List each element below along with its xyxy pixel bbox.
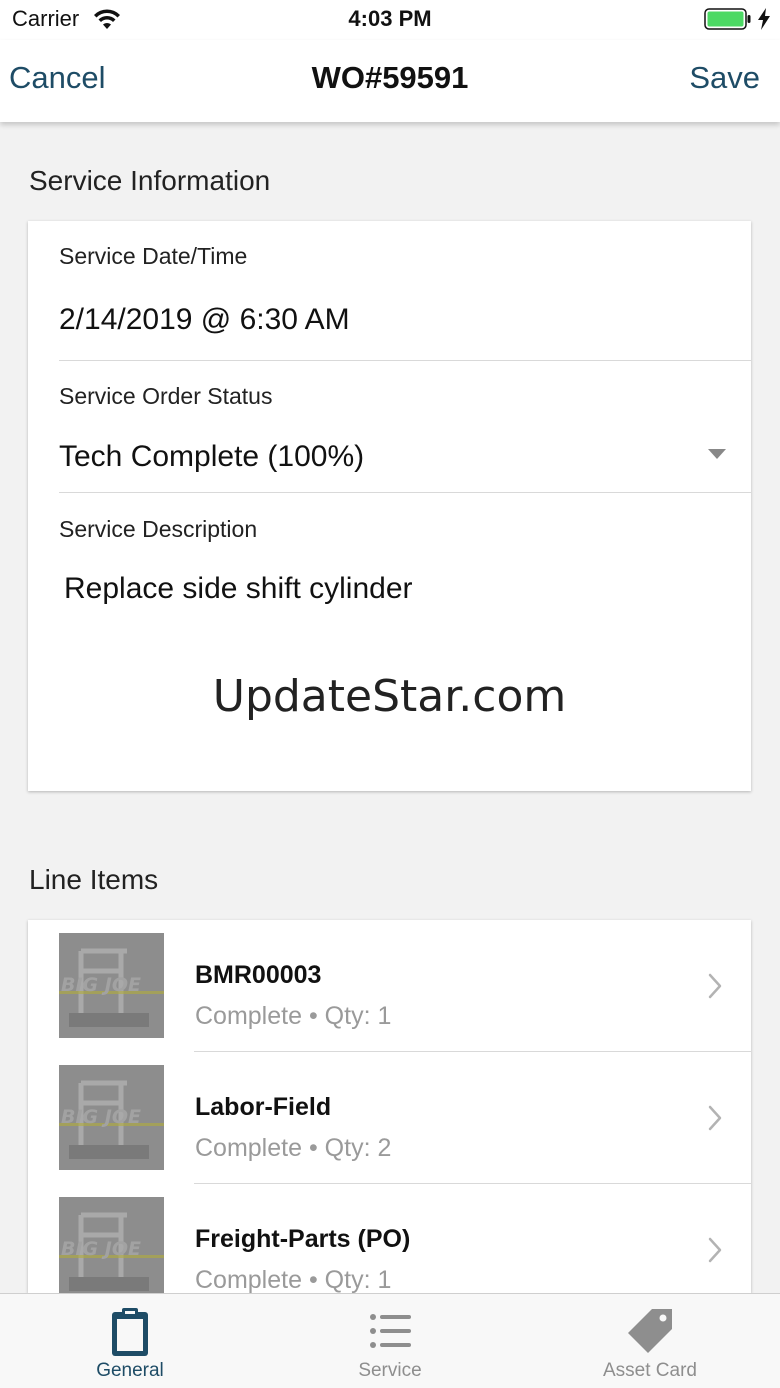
- battery-icon: [704, 8, 751, 30]
- item-thumbnail: BIG JOE: [59, 933, 164, 1038]
- tab-label: Asset Card: [603, 1360, 697, 1381]
- item-thumbnail: BIG JOE: [59, 1197, 164, 1293]
- list-icon: [370, 1314, 411, 1348]
- item-status: Complete: [195, 1266, 302, 1293]
- service-order-status-select[interactable]: Tech Complete (100%): [59, 440, 364, 474]
- service-description-field[interactable]: Replace side shift cylinder: [64, 572, 413, 606]
- tab-label: General: [96, 1360, 164, 1381]
- service-information-card: Service Date/Time 2/14/2019 @ 6:30 AM Se…: [28, 221, 751, 791]
- item-qty: Qty: 1: [324, 1002, 392, 1030]
- item-name: BMR00003: [195, 961, 322, 989]
- line-item[interactable]: BIG JOE BMR00003 Complete • Qty: 1: [28, 920, 751, 1052]
- tab-general[interactable]: General: [0, 1294, 260, 1388]
- charging-bolt-icon: [758, 8, 770, 30]
- item-status-qty: Complete • Qty: 2: [195, 1134, 391, 1163]
- line-item[interactable]: BIG JOE Labor-Field Complete • Qty: 2: [28, 1052, 751, 1184]
- item-separator: •: [308, 1134, 318, 1162]
- item-name: Labor-Field: [195, 1093, 332, 1121]
- chevron-right-icon: [708, 1105, 722, 1131]
- item-status: Complete: [195, 1002, 302, 1030]
- line-item[interactable]: BIG JOE Freight-Parts (PO) Complete • Qt…: [28, 1184, 751, 1293]
- service-information-heading: Service Information: [29, 165, 271, 196]
- dropdown-caret-icon[interactable]: [708, 449, 726, 459]
- item-status: Complete: [195, 1134, 302, 1162]
- tab-service[interactable]: Service: [260, 1294, 520, 1388]
- status-bar: Carrier 4:03 PM: [0, 0, 780, 40]
- item-separator: •: [308, 1266, 318, 1293]
- item-name: Freight-Parts (PO): [195, 1225, 411, 1253]
- item-status-qty: Complete • Qty: 1: [195, 1266, 391, 1293]
- service-date-field[interactable]: 2/14/2019 @ 6:30 AM: [59, 303, 350, 337]
- tab-label: Service: [358, 1360, 422, 1381]
- item-status-qty: Complete • Qty: 1: [195, 1002, 391, 1031]
- item-thumbnail: BIG JOE: [59, 1065, 164, 1170]
- chevron-right-icon: [708, 1237, 722, 1263]
- line-items-list: BIG JOE BMR00003 Complete • Qty: 1 BIG J…: [28, 920, 751, 1293]
- tag-icon: [628, 1309, 672, 1353]
- navigation-bar: Cancel WO#59591 Save: [0, 40, 780, 122]
- service-date-label: Service Date/Time: [59, 243, 248, 269]
- tab-asset-card[interactable]: Asset Card: [520, 1294, 780, 1388]
- line-items-heading: Line Items: [29, 864, 159, 895]
- status-time: 4:03 PM: [348, 6, 432, 31]
- watermark: UpdateStar.com: [212, 671, 567, 722]
- clipboard-icon: [112, 1308, 148, 1356]
- thumb-logo-text: BIG JOE: [61, 1106, 141, 1128]
- service-description-label: Service Description: [59, 516, 258, 542]
- item-qty: Qty: 2: [324, 1134, 392, 1162]
- chevron-right-icon: [708, 973, 722, 999]
- thumb-logo-text: BIG JOE: [61, 1238, 141, 1260]
- thumb-logo-text: BIG JOE: [61, 974, 141, 996]
- tab-bar: General Service Asset Card: [0, 1293, 780, 1388]
- item-separator: •: [308, 1002, 318, 1030]
- divider: [59, 360, 751, 361]
- divider: [59, 492, 751, 493]
- item-qty: Qty: 1: [324, 1266, 392, 1293]
- service-order-status-label: Service Order Status: [59, 383, 273, 409]
- page-title: WO#59591: [311, 60, 469, 95]
- save-button[interactable]: Save: [689, 60, 760, 96]
